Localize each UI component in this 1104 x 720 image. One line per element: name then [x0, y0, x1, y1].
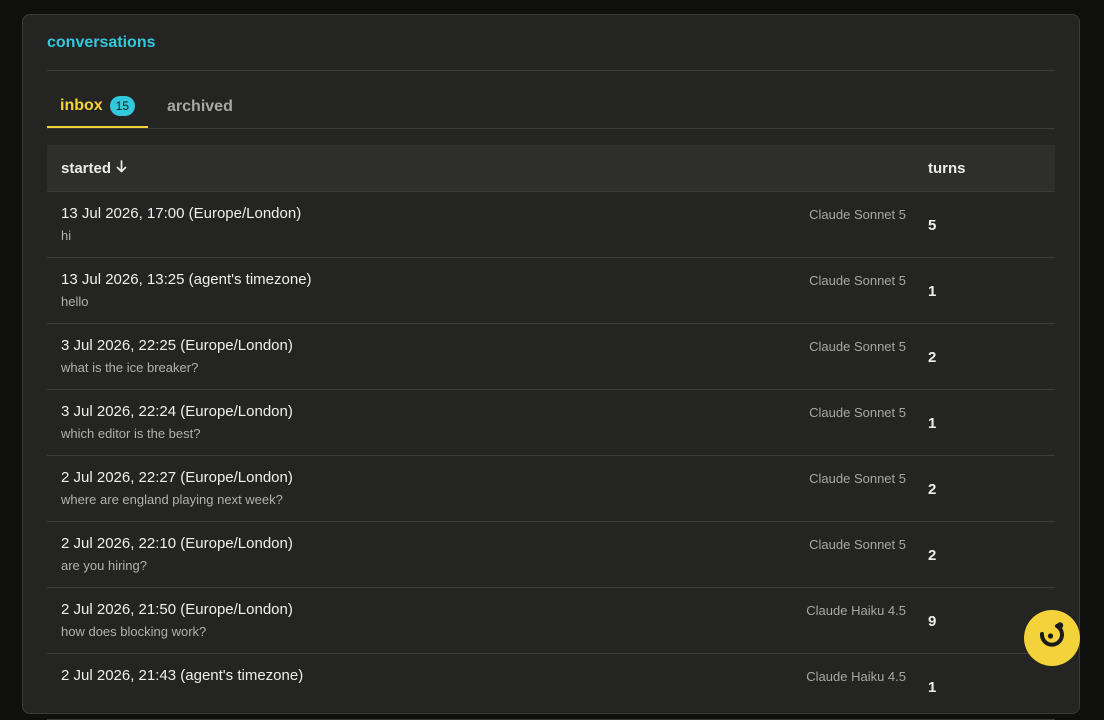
column-header-started[interactable]: started: [47, 160, 928, 177]
row-started: 3 Jul 2026, 22:24 (Europe/London): [61, 403, 293, 420]
tab-archived-label: archived: [167, 98, 233, 115]
row-preview: which editor is the best?: [61, 426, 201, 441]
table-row[interactable]: 2 Jul 2026, 21:50 (Europe/London) how do…: [47, 588, 1055, 654]
table-row[interactable]: 2 Jul 2026, 21:43 (agent's timezone) Cla…: [47, 654, 1055, 720]
row-main-cell: 3 Jul 2026, 22:25 (Europe/London) what i…: [47, 324, 928, 389]
panel-header: conversations: [47, 15, 1055, 71]
arrow-down-icon: [116, 160, 127, 176]
table-header: started turns: [47, 145, 1055, 192]
inbox-count-badge: 15: [109, 96, 136, 116]
row-main-cell: 13 Jul 2026, 17:00 (Europe/London) hi Cl…: [47, 192, 928, 257]
row-model: Claude Sonnet 5: [809, 207, 906, 222]
row-turns: 5: [928, 217, 937, 234]
row-model: Claude Haiku 4.5: [806, 669, 906, 684]
row-turns: 2: [928, 547, 937, 564]
row-preview: hello: [61, 294, 89, 309]
row-main-cell: 2 Jul 2026, 21:50 (Europe/London) how do…: [47, 588, 928, 653]
row-main-cell: 3 Jul 2026, 22:24 (Europe/London) which …: [47, 390, 928, 455]
chat-assistant-button[interactable]: [1024, 610, 1080, 666]
row-turns: 1: [928, 679, 937, 696]
row-turns: 2: [928, 481, 937, 498]
row-model: Claude Sonnet 5: [809, 273, 906, 288]
row-started: 13 Jul 2026, 17:00 (Europe/London): [61, 205, 302, 222]
row-started: 2 Jul 2026, 21:43 (agent's timezone): [61, 667, 304, 684]
row-preview: hi: [61, 228, 72, 243]
table-row[interactable]: 2 Jul 2026, 22:27 (Europe/London) where …: [47, 456, 1055, 522]
row-started: 2 Jul 2026, 22:27 (Europe/London): [61, 469, 293, 486]
row-preview: what is the ice breaker?: [61, 360, 199, 375]
row-started: 2 Jul 2026, 21:50 (Europe/London): [61, 601, 293, 618]
tab-archived[interactable]: archived: [154, 86, 246, 128]
row-model: Claude Sonnet 5: [809, 339, 906, 354]
column-header-turns[interactable]: turns: [928, 160, 1055, 177]
row-turns: 1: [928, 283, 937, 300]
row-main-cell: 2 Jul 2026, 21:43 (agent's timezone) Cla…: [47, 654, 928, 719]
column-header-started-label: started: [61, 159, 112, 177]
row-preview: how does blocking work?: [61, 624, 207, 639]
conversations-panel: conversations inbox 15 archived started …: [22, 14, 1080, 720]
table-row[interactable]: 3 Jul 2026, 22:24 (Europe/London) which …: [47, 390, 1055, 456]
row-model: Claude Sonnet 5: [809, 471, 906, 486]
chat-assistant-icon: [1037, 621, 1067, 656]
row-main-cell: 2 Jul 2026, 22:27 (Europe/London) where …: [47, 456, 928, 521]
row-started: 2 Jul 2026, 22:10 (Europe/London): [61, 535, 293, 552]
row-started: 13 Jul 2026, 13:25 (agent's timezone): [61, 271, 312, 288]
table-row[interactable]: 13 Jul 2026, 17:00 (Europe/London) hi Cl…: [47, 192, 1055, 258]
row-model: Claude Sonnet 5: [809, 537, 906, 552]
row-turns: 2: [928, 349, 937, 366]
table-row[interactable]: 2 Jul 2026, 22:10 (Europe/London) are yo…: [47, 522, 1055, 588]
row-model: Claude Sonnet 5: [809, 405, 906, 420]
row-main-cell: 13 Jul 2026, 13:25 (agent's timezone) he…: [47, 258, 928, 323]
conversations-table: started turns 13 Jul 2026, 17:00 (Europe…: [47, 145, 1055, 720]
column-header-turns-label: turns: [928, 159, 966, 177]
tab-bar: inbox 15 archived: [47, 71, 1055, 129]
row-main-cell: 2 Jul 2026, 22:10 (Europe/London) are yo…: [47, 522, 928, 587]
tab-inbox-label: inbox: [60, 97, 103, 114]
row-preview: where are england playing next week?: [61, 492, 283, 507]
tab-inbox[interactable]: inbox 15: [47, 86, 149, 128]
table-row[interactable]: 3 Jul 2026, 22:25 (Europe/London) what i…: [47, 324, 1055, 390]
row-model: Claude Haiku 4.5: [806, 603, 906, 618]
row-started: 3 Jul 2026, 22:25 (Europe/London): [61, 337, 293, 354]
row-preview: are you hiring?: [61, 558, 147, 573]
table-row[interactable]: 13 Jul 2026, 13:25 (agent's timezone) he…: [47, 258, 1055, 324]
row-turns: 1: [928, 415, 937, 432]
page-title: conversations: [47, 33, 156, 51]
